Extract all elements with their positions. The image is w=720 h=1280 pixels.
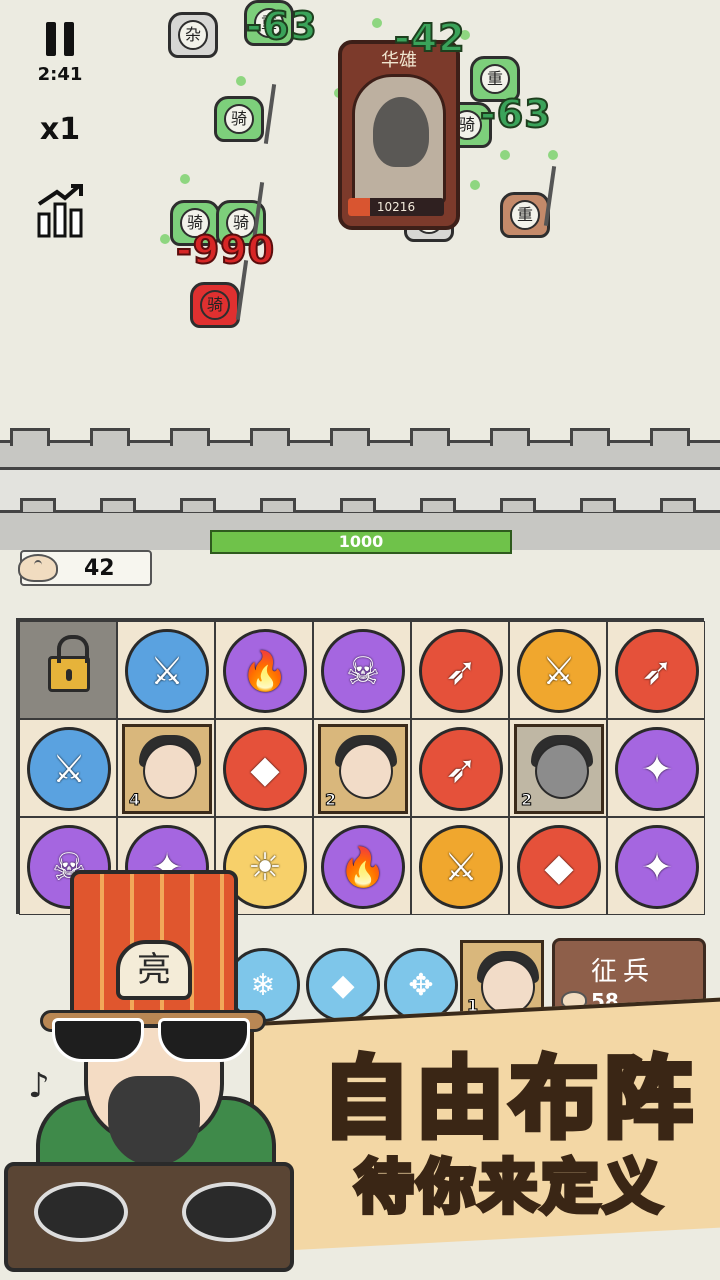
hero-card-general[interactable]: 2 bbox=[514, 724, 604, 814]
sword-upgrade-icon: ⚔ bbox=[27, 727, 111, 811]
speed-toggle[interactable]: x1 bbox=[28, 112, 92, 147]
grid-cell[interactable]: 4 bbox=[117, 719, 215, 817]
recruit-label: 征兵 bbox=[591, 957, 656, 987]
grid-cell[interactable]: ⚔ bbox=[19, 719, 117, 817]
vinyl-record-icon bbox=[182, 1182, 276, 1242]
fire-upgrade-icon: 🔥 bbox=[321, 825, 405, 909]
enemy-unit: 杂 bbox=[168, 12, 218, 58]
ice-crystal-icon: ◆ bbox=[331, 967, 355, 1003]
grid-cell[interactable]: ✦ bbox=[607, 817, 705, 915]
wind-upgrade-icon: ✦ bbox=[615, 825, 699, 909]
vinyl-record-icon bbox=[34, 1182, 128, 1242]
hero-level: 2 bbox=[520, 790, 533, 810]
grid-cell[interactable]: ◆ bbox=[509, 817, 607, 915]
winged-arrow-icon: ✥ bbox=[408, 967, 434, 1003]
sword-upgrade-icon: ⚔ bbox=[125, 629, 209, 713]
grid-cell[interactable]: 2 bbox=[313, 719, 411, 817]
enemy-unit: 骑 bbox=[214, 96, 264, 142]
grid-cell[interactable]: 🔥 bbox=[215, 621, 313, 719]
bun-counter: 42 bbox=[18, 550, 152, 586]
fire-upgrade-icon: 🔥 bbox=[223, 629, 307, 713]
bench-wing-orb[interactable]: ✥ bbox=[384, 948, 458, 1022]
enemy-unit: 重 bbox=[500, 192, 550, 238]
grid-cell[interactable]: 2 bbox=[509, 719, 607, 817]
bench-ice-orb[interactable]: ◆ bbox=[306, 948, 380, 1022]
grid-cell[interactable]: ◆ bbox=[215, 719, 313, 817]
character-beard bbox=[108, 1076, 200, 1166]
wind-upgrade-icon: ✦ bbox=[615, 727, 699, 811]
sword-upgrade-icon: ⚔ bbox=[517, 629, 601, 713]
boss-card[interactable]: 华雄 10216 bbox=[338, 40, 460, 230]
bun-icon bbox=[18, 554, 58, 582]
hat-badge: 亮 bbox=[116, 940, 192, 1000]
grid-cell[interactable]: 🔥 bbox=[313, 817, 411, 915]
grid-cell[interactable]: ⚔ bbox=[117, 621, 215, 719]
boss-portrait bbox=[352, 74, 446, 204]
sunglasses-icon bbox=[46, 1018, 256, 1068]
grid-cell[interactable]: ➶ bbox=[411, 719, 509, 817]
promo-subtitle: 待你来定义 bbox=[352, 1151, 665, 1224]
pause-icon bbox=[46, 22, 56, 56]
crystal-icon: ◆ bbox=[517, 825, 601, 909]
crystal-icon: ◆ bbox=[223, 727, 307, 811]
arrow-icon: ➶ bbox=[419, 629, 503, 713]
hero-card-fan-lady[interactable]: 2 bbox=[318, 724, 408, 814]
ally-cavalry-unit: 骑 bbox=[190, 282, 240, 328]
battle-timer: 2:41 bbox=[37, 64, 83, 85]
wall-hp-bar: 1000 bbox=[210, 530, 512, 554]
stats-icon bbox=[37, 184, 83, 238]
hero-level: 4 bbox=[128, 790, 141, 810]
damage-number: -42 bbox=[393, 15, 466, 61]
grid-cell[interactable]: ⚔ bbox=[509, 621, 607, 719]
spear bbox=[263, 84, 277, 144]
promo-title: 自由布阵 bbox=[319, 1043, 698, 1153]
ice-icon: ❄ bbox=[250, 967, 276, 1003]
bun-count: 42 bbox=[84, 555, 115, 581]
hero-card-archer[interactable]: 4 bbox=[122, 724, 212, 814]
grid-cell[interactable]: ✦ bbox=[607, 719, 705, 817]
pause-button[interactable] bbox=[28, 22, 92, 62]
locked-slot[interactable] bbox=[19, 621, 117, 719]
music-note-icon: ♪ bbox=[28, 1066, 50, 1106]
arrow-icon: ➶ bbox=[615, 629, 699, 713]
grid-cell[interactable]: ➶ bbox=[607, 621, 705, 719]
damage-number: -63 bbox=[479, 91, 552, 137]
game-screen: 2:41 x1 杂 骑 骑 骑 骑 重 骑 重 重 骑 华雄 bbox=[0, 0, 720, 1280]
grid-cell[interactable]: ➶ bbox=[411, 621, 509, 719]
damage-number: -63 bbox=[245, 3, 318, 49]
sword-upgrade-icon: ⚔ bbox=[419, 825, 503, 909]
lock-icon bbox=[48, 635, 90, 692]
hero-level: 2 bbox=[324, 790, 337, 810]
stats-button[interactable] bbox=[28, 184, 92, 242]
boss-hp-bar: 10216 bbox=[348, 198, 444, 216]
grid-cell[interactable]: ☠ bbox=[313, 621, 411, 719]
grid-cell[interactable]: ⚔ bbox=[411, 817, 509, 915]
damage-number: -990 bbox=[175, 227, 276, 273]
skull-icon: ☠ bbox=[321, 629, 405, 713]
arrow-icon: ➶ bbox=[419, 727, 503, 811]
